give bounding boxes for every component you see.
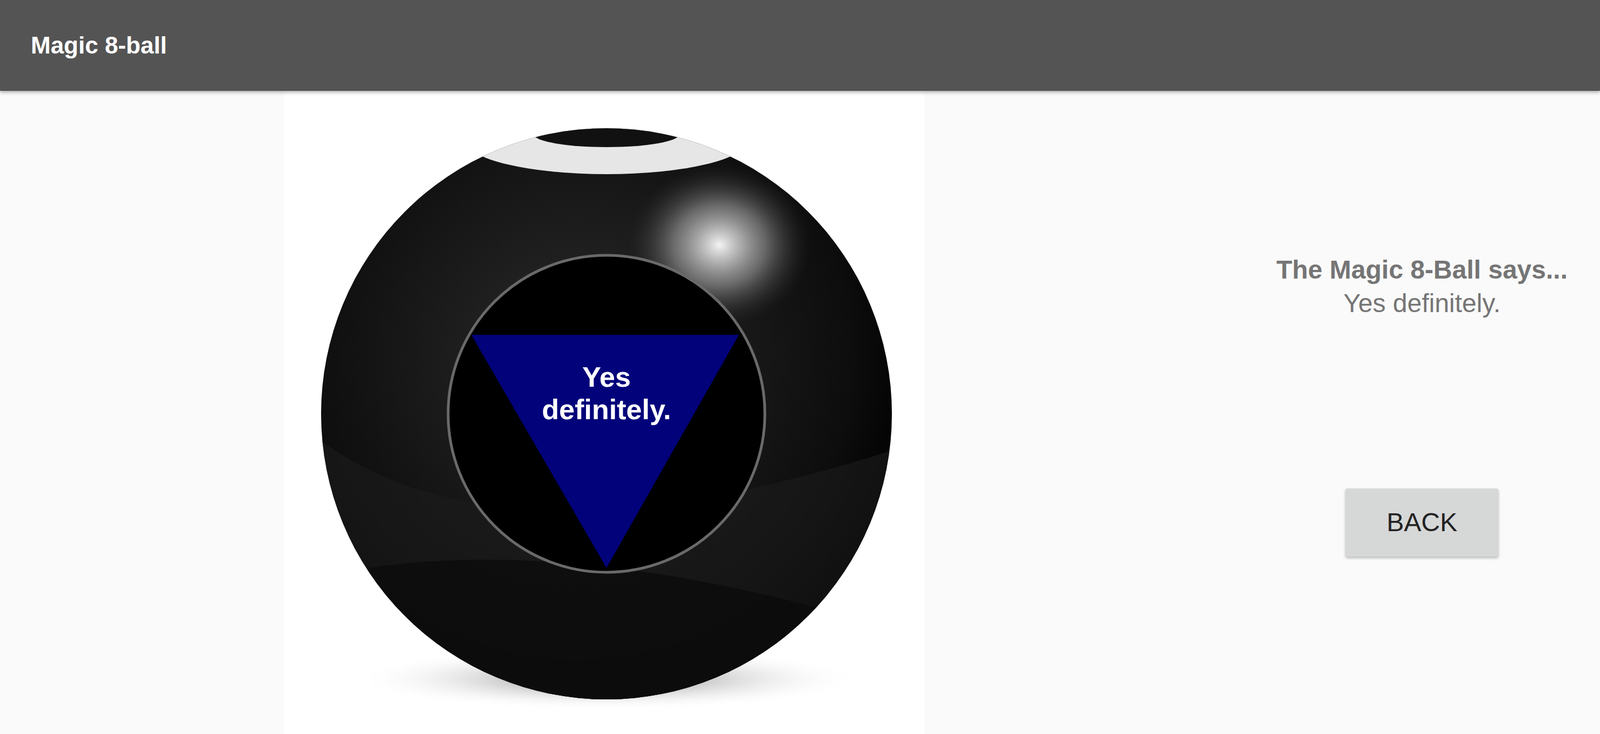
result-heading: The Magic 8-Ball says... bbox=[1276, 252, 1568, 287]
app-title: Magic 8-ball bbox=[30, 31, 168, 59]
content: Yes definitely.The Magic 8-Ball says...Y… bbox=[0, 90, 1600, 734]
app-bar: Magic 8-ball bbox=[0, 0, 1600, 91]
back-button[interactable]: BACK bbox=[1345, 488, 1499, 557]
ball-panel: Yes definitely. bbox=[283, 90, 925, 734]
result-answer: Yes definitely. bbox=[1343, 286, 1501, 320]
result-block: The Magic 8-Ball says...Yes definitely. B… bbox=[1276, 252, 1568, 734]
ball-answer: Yes definitely. bbox=[525, 361, 688, 426]
result-panel: The Magic 8-Ball says...Yes definitely. B… bbox=[924, 90, 1600, 734]
app-screen: Magic 8-ballYes definitely.The Magic 8-B… bbox=[0, 0, 1600, 734]
